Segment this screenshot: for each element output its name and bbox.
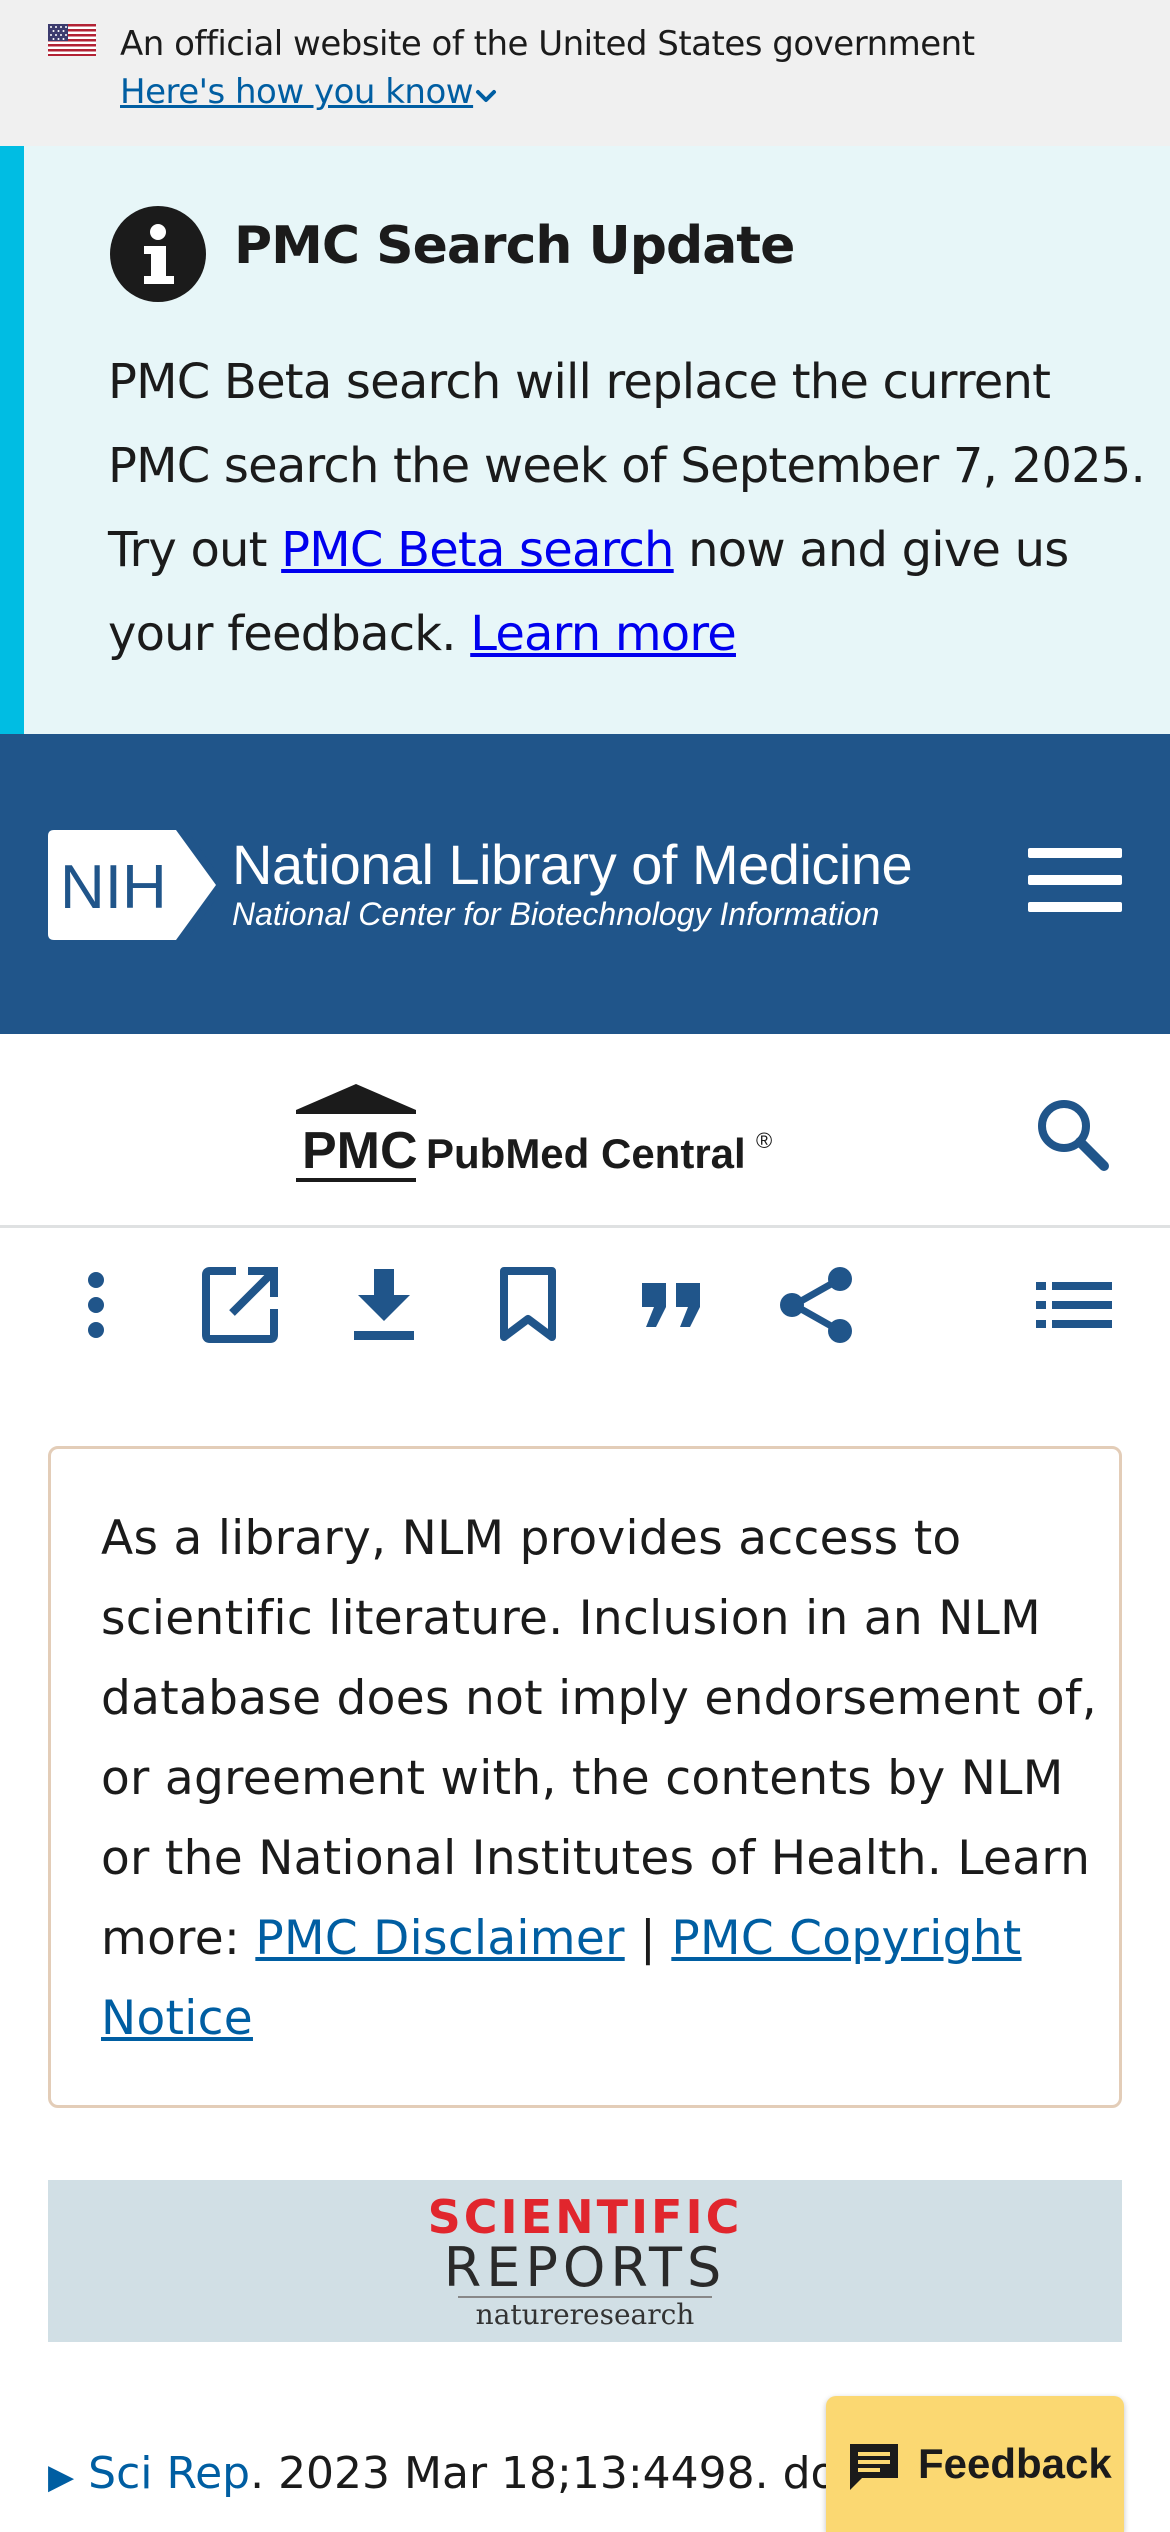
gov-banner: An official website of the United States…: [0, 0, 1170, 146]
table-of-contents-button[interactable]: [1030, 1261, 1118, 1349]
more-options-button[interactable]: [52, 1261, 140, 1349]
svg-text:®: ®: [756, 1128, 772, 1153]
bookmark-button[interactable]: [484, 1261, 572, 1349]
us-flag-icon: [48, 24, 96, 56]
expand-triangle-icon[interactable]: ▶: [48, 2457, 74, 2497]
alert-title: PMC Search Update: [234, 216, 795, 276]
open-external-icon: [202, 1267, 278, 1343]
heres-how-you-know-link[interactable]: Here's how you know: [120, 72, 474, 112]
alert-body: PMC Beta search will replace the current…: [108, 340, 1148, 676]
ncbi-subtitle: National Center for Biotechnology Inform…: [232, 896, 880, 932]
disclaimer-body: As a library, NLM provides access to sci…: [101, 1511, 1097, 1886]
chevron-down-icon[interactable]: [472, 82, 500, 110]
svg-text:NIH: NIH: [60, 853, 167, 922]
bookmark-icon: [500, 1267, 556, 1341]
disclaimer-separator: |: [624, 1911, 672, 1966]
journal-link[interactable]: Sci Rep: [88, 2448, 250, 2499]
disclaimer-text: As a library, NLM provides access to sci…: [101, 1499, 1101, 2059]
learn-more-link[interactable]: Learn more: [470, 606, 737, 662]
svg-text:PMC: PMC: [302, 1122, 418, 1180]
nlm-title[interactable]: National Library of Medicine: [232, 832, 913, 897]
pmc-logo[interactable]: PMC PubMed Central ®: [294, 1082, 794, 1186]
feedback-button[interactable]: Feedback: [826, 2396, 1124, 2532]
nlm-header: NIH National Library of Medicine Nationa…: [0, 734, 1170, 1034]
article-citation: ▶ Sci Rep. 2023 Mar 18;13:4498. doi: 10: [48, 2448, 935, 2499]
journal-banner[interactable]: SCIENTIFIC REPORTS natureresearch: [48, 2180, 1122, 2342]
gov-banner-text: An official website of the United States…: [120, 24, 975, 64]
cite-quote-icon: [642, 1283, 700, 1327]
pmc-beta-search-link[interactable]: PMC Beta search: [281, 522, 674, 578]
table-of-contents-icon: [1036, 1282, 1112, 1328]
share-button[interactable]: [772, 1261, 860, 1349]
open-external-button[interactable]: [196, 1261, 284, 1349]
nih-logo[interactable]: NIH: [48, 830, 216, 940]
pmc-bar: PMC PubMed Central ®: [0, 1034, 1170, 1228]
pmc-disclaimer-link[interactable]: PMC Disclaimer: [255, 1911, 624, 1966]
journal-name-line-2: REPORTS: [443, 2236, 727, 2299]
article-toolbar: [0, 1231, 1170, 1371]
chat-bubble-icon: [850, 2444, 898, 2490]
download-button[interactable]: [340, 1261, 428, 1349]
svg-text:PubMed Central: PubMed Central: [426, 1130, 746, 1177]
citation-details: . 2023 Mar 18;13:4498. doi:: [250, 2448, 879, 2499]
search-icon[interactable]: [1032, 1094, 1112, 1174]
share-icon: [780, 1267, 852, 1343]
info-icon: [110, 206, 206, 302]
hamburger-menu-icon[interactable]: [1028, 848, 1122, 912]
feedback-label: Feedback: [918, 2440, 1112, 2487]
cite-button[interactable]: [628, 1261, 716, 1349]
nlm-disclaimer-box: As a library, NLM provides access to sci…: [48, 1446, 1122, 2108]
more-options-icon: [88, 1272, 104, 1338]
search-update-alert: PMC Search Update PMC Beta search will r…: [0, 146, 1170, 734]
download-icon: [354, 1269, 414, 1340]
journal-publisher: natureresearch: [475, 2298, 695, 2331]
